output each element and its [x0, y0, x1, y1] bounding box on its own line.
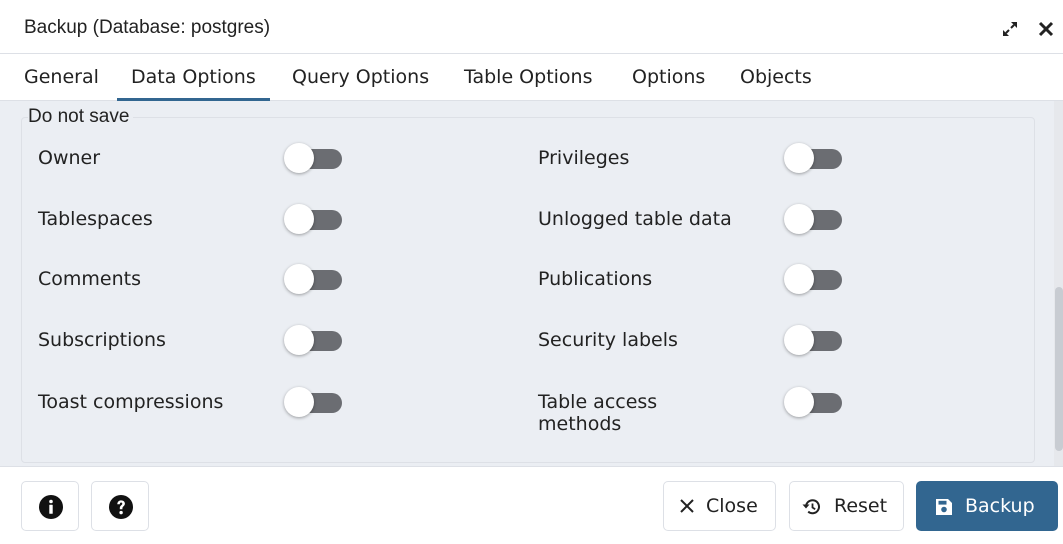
tablespaces-toggle[interactable]: [284, 204, 342, 234]
table-access-methods-toggle[interactable]: [784, 387, 842, 417]
option-label-owner: Owner: [38, 147, 101, 169]
help-button[interactable]: [91, 481, 149, 531]
option-label-toast-compressions: Toast compressions: [38, 391, 224, 413]
owner-toggle[interactable]: [284, 143, 342, 173]
comments-toggle[interactable]: [284, 264, 342, 294]
tab-bar: General Data Options Query Options Table…: [0, 54, 1063, 101]
maximize-icon[interactable]: [1000, 19, 1020, 39]
fieldset-legend: Do not save: [28, 106, 134, 128]
reset-button-label: Reset: [834, 495, 888, 517]
option-label-subscriptions: Subscriptions: [38, 329, 166, 351]
reset-icon: [802, 499, 820, 515]
dialog-title: Backup (Database: postgres): [24, 17, 271, 38]
tab-general[interactable]: General: [10, 54, 113, 101]
toast-compressions-toggle[interactable]: [284, 387, 342, 417]
tab-query-options[interactable]: Query Options: [278, 54, 443, 101]
option-label-tablespaces: Tablespaces: [38, 208, 153, 230]
tab-options[interactable]: Options: [618, 54, 719, 101]
dialog-titlebar: Backup (Database: postgres): [0, 0, 1063, 54]
close-button[interactable]: Close: [663, 481, 776, 531]
option-label-comments: Comments: [38, 268, 141, 290]
publications-toggle[interactable]: [784, 264, 842, 294]
reset-button[interactable]: Reset: [789, 481, 904, 531]
info-button[interactable]: [21, 481, 79, 531]
close-button-label: Close: [706, 495, 758, 517]
option-label-security-labels: Security labels: [538, 329, 678, 351]
scrollbar-thumb[interactable]: [1055, 287, 1063, 451]
tab-data-options[interactable]: Data Options: [117, 54, 270, 101]
backup-button[interactable]: Backup: [916, 481, 1058, 531]
close-icon[interactable]: [1036, 19, 1056, 39]
tab-table-options[interactable]: Table Options: [450, 54, 606, 101]
option-label-publications: Publications: [538, 268, 653, 290]
unlogged-table-data-toggle[interactable]: [784, 204, 842, 234]
save-icon: [936, 499, 952, 515]
option-label-table-access-methods: Table access methods: [538, 391, 658, 435]
option-label-privileges: Privileges: [538, 147, 630, 169]
option-label-unlogged-table-data: Unlogged table data: [538, 208, 732, 230]
dialog-footer: Close Reset Backup: [0, 466, 1063, 544]
help-icon: [109, 495, 133, 519]
security-labels-toggle[interactable]: [784, 325, 842, 355]
tab-content: Do not save Owner Tablespaces Comments S…: [0, 101, 1063, 466]
privileges-toggle[interactable]: [784, 143, 842, 173]
x-icon: [680, 499, 694, 513]
info-icon: [39, 495, 63, 519]
backup-button-label: Backup: [965, 495, 1035, 517]
tab-objects[interactable]: Objects: [726, 54, 826, 101]
subscriptions-toggle[interactable]: [284, 325, 342, 355]
